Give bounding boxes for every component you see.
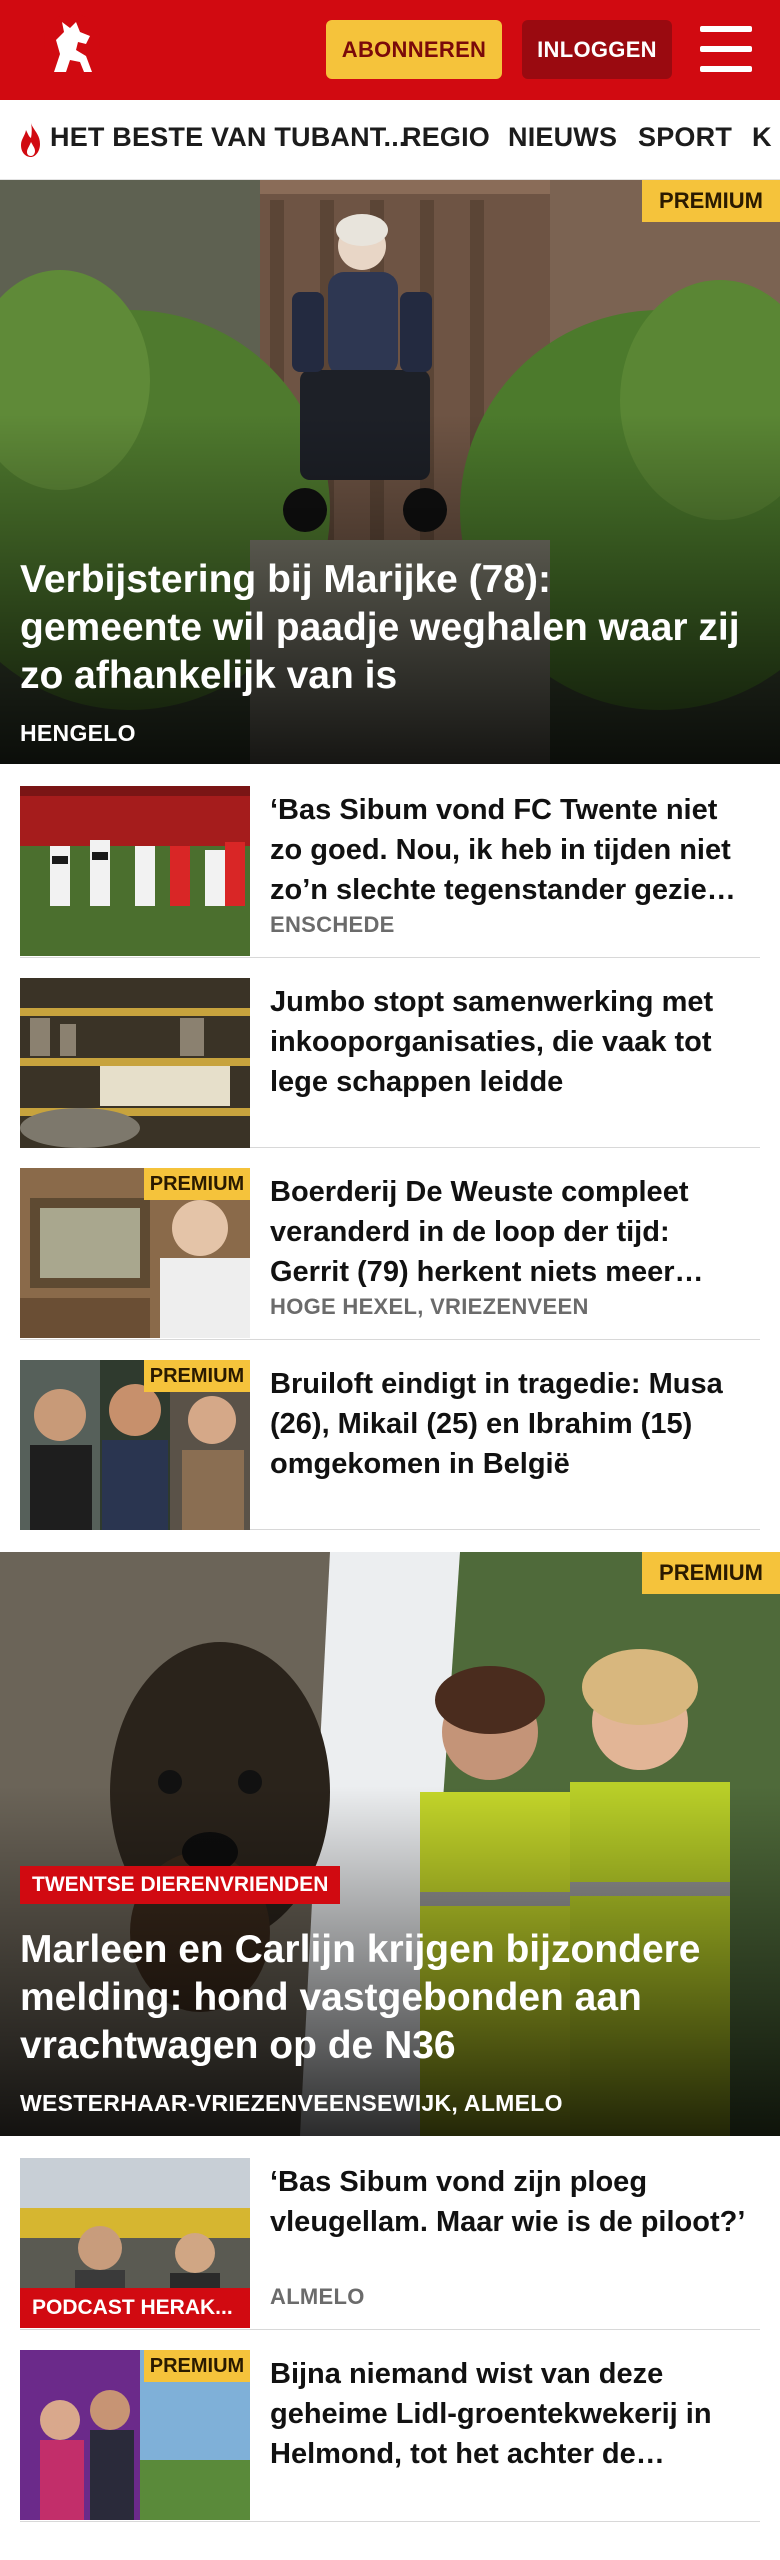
nav-item-nieuws[interactable]: NIEUWS: [508, 122, 617, 153]
article-title[interactable]: ‘Bas Sibum vond FC Twente niet zo goed. …: [270, 790, 754, 910]
hero-article[interactable]: PREMIUM TWENTSE DIERENVRIENDEN Marleen e…: [0, 1552, 780, 2136]
article-thumbnail: [20, 978, 250, 1148]
list-item[interactable]: Jumbo stopt samenwerking met inkooporgan…: [20, 978, 760, 1148]
premium-badge: PREMIUM: [144, 1168, 250, 1200]
premium-badge: PREMIUM: [642, 1552, 780, 1594]
article-location: ENSCHEDE: [270, 912, 395, 937]
hero-location: HENGELO: [20, 720, 136, 746]
premium-badge: PREMIUM: [144, 1360, 250, 1392]
article-title[interactable]: Boerderij De Weuste compleet veranderd i…: [270, 1172, 754, 1292]
list-item[interactable]: PREMIUM Bijna niemand wist van deze gehe…: [20, 2350, 760, 2522]
list-item[interactable]: PREMIUM Boerderij De Weuste compleet ver…: [20, 1168, 760, 1340]
premium-badge: PREMIUM: [144, 2350, 250, 2382]
article-thumbnail: PREMIUM: [20, 1168, 250, 1338]
hero-title[interactable]: Verbijstering bij Marijke (78): gemeente…: [20, 556, 740, 700]
login-button[interactable]: INLOGGEN: [522, 20, 672, 79]
nav-item-regio[interactable]: REGIO: [402, 122, 490, 153]
article-title[interactable]: Jumbo stopt samenwerking met inkooporgan…: [270, 982, 754, 1102]
nav-item-more[interactable]: K: [752, 122, 772, 153]
nav-item-sport[interactable]: SPORT: [638, 122, 732, 153]
section-nav: HET BESTE VAN TUBANT... REGIO NIEUWS SPO…: [0, 100, 780, 180]
subscribe-button[interactable]: ABONNEREN: [326, 20, 502, 79]
section-tag[interactable]: PODCAST HERAK...: [20, 2288, 250, 2328]
article-title[interactable]: Bijna niemand wist van deze geheime Lidl…: [270, 2354, 754, 2474]
section-tag[interactable]: TWENTSE DIERENVRIENDEN: [20, 1866, 341, 1904]
list-item[interactable]: PREMIUM Bruiloft eindigt in tragedie: Mu…: [20, 1360, 760, 1530]
article-thumbnail: PODCAST HERAK...: [20, 2158, 250, 2328]
hero-location: WESTERHAAR-VRIEZENVEENSEWIJK, ALMELO: [20, 2090, 563, 2116]
hamburger-menu-icon[interactable]: [700, 26, 752, 72]
flame-icon: [21, 123, 40, 157]
article-title[interactable]: ‘Bas Sibum vond zijn ploeg vleugellam. M…: [270, 2162, 754, 2242]
article-thumbnail: [20, 786, 250, 956]
tubantia-horse-logo-icon[interactable]: [36, 10, 108, 90]
article-location: ALMELO: [270, 2284, 365, 2309]
article-thumbnail: PREMIUM: [20, 2350, 250, 2520]
site-header: ABONNEREN INLOGGEN: [0, 0, 780, 100]
nav-item-het-beste[interactable]: HET BESTE VAN TUBANT...: [50, 122, 407, 153]
article-location: HOGE HEXEL, VRIEZENVEEN: [270, 1294, 589, 1319]
premium-badge: PREMIUM: [642, 180, 780, 222]
article-thumbnail: PREMIUM: [20, 1360, 250, 1530]
list-item[interactable]: PODCAST HERAK... ‘Bas Sibum vond zijn pl…: [20, 2158, 760, 2330]
hero-title[interactable]: Marleen en Carlijn krijgen bijzondere me…: [20, 1926, 740, 2070]
list-item[interactable]: ‘Bas Sibum vond FC Twente niet zo goed. …: [20, 786, 760, 958]
hero-article[interactable]: PREMIUM Verbijstering bij Marijke (78): …: [0, 180, 780, 764]
article-title[interactable]: Bruiloft eindigt in tragedie: Musa (26),…: [270, 1364, 754, 1484]
